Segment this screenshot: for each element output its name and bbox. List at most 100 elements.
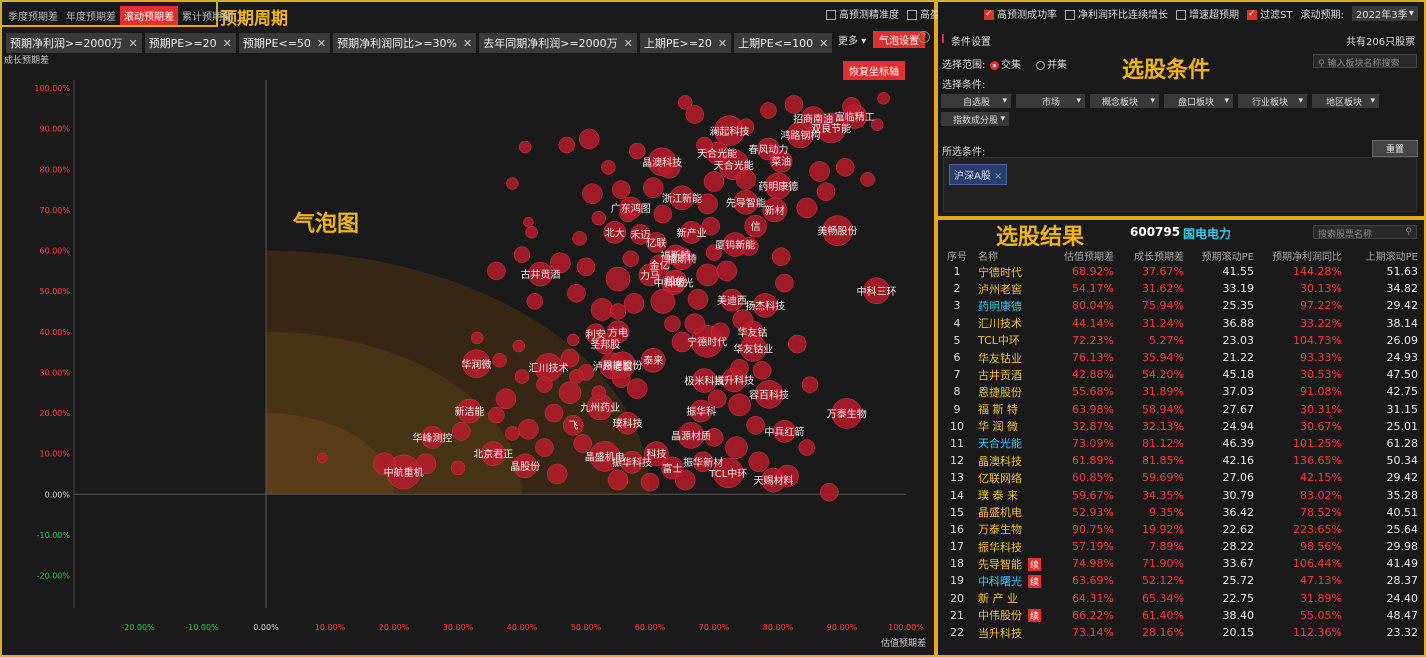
close-icon[interactable]: ✕ <box>718 37 727 50</box>
rolling-select[interactable]: 2022年3季 ▾ <box>1351 6 1418 21</box>
close-icon[interactable]: ✕ <box>223 37 232 50</box>
cell-text: 25.72 <box>1222 574 1255 588</box>
table-row[interactable]: 14 璞 泰 来 59.67% 34.35% 30.79 83.02% 35.28 <box>940 486 1422 503</box>
col-growth-gap[interactable]: 成长预期差 <box>1118 248 1188 263</box>
table-row[interactable]: 17 振华科技 57.19% 7.89% 28.22 98.56% 29.98 <box>940 538 1422 555</box>
option-stability[interactable]: 高盈利稳定性 <box>907 6 938 21</box>
checkbox[interactable] <box>1065 10 1075 20</box>
option-filter-st[interactable]: 过滤ST <box>1247 6 1292 21</box>
table-row[interactable]: 19 中科曙光续 63.69% 52.12% 25.72 47.13% 28.37 <box>940 572 1422 589</box>
table-row[interactable]: 2 泸州老窖 54.17% 31.62% 33.19 30.13% 34.82 <box>940 280 1422 297</box>
cell-text: 19.92% <box>1142 522 1184 536</box>
table-row[interactable]: 5 TCL中环 72.23% 5.27% 23.03 104.73% 26.09 <box>940 332 1422 349</box>
radio[interactable] <box>990 60 999 70</box>
bubble <box>860 172 875 187</box>
table-row[interactable]: 13 亿联网络 60.85% 59.69% 27.06 42.15% 29.42 <box>940 469 1422 486</box>
option-beat[interactable]: 增速超预期 <box>1176 6 1239 21</box>
option-precision[interactable]: 高预测精准度 <box>826 6 899 21</box>
range-intersection[interactable]: 交集 <box>990 56 1021 71</box>
table-row[interactable]: 8 恩捷股份 55.68% 31.89% 37.03 91.08% 42.75 <box>940 383 1422 400</box>
cell-text: 10 <box>950 419 964 433</box>
dropdown-region[interactable]: 地区板块 ▾ <box>1312 94 1379 108</box>
row-rolling-pe: 38.40 <box>1188 607 1258 624</box>
help-icon[interactable]: ? <box>918 31 930 43</box>
tab-cumulative[interactable]: 累计预期差 <box>178 6 236 25</box>
table-row[interactable]: 21 中伟股份续 66.22% 61.40% 38.40 55.05% 48.47 <box>940 607 1422 624</box>
range-union[interactable]: 并集 <box>1036 56 1067 71</box>
dropdown-market[interactable]: 市场 ▾ <box>1016 94 1085 108</box>
table-row[interactable]: 9 福 斯 特 63.98% 58.94% 27.67 30.31% 31.15 <box>940 401 1422 418</box>
cell-text: 52.93% <box>1072 505 1114 519</box>
table-row[interactable]: 1 宁德时代 68.92% 37.67% 41.55 144.28% 51.63 <box>940 263 1422 280</box>
table-row[interactable]: 11 天合光能 73.09% 81.12% 46.39 101.25% 61.28 <box>940 435 1422 452</box>
close-icon[interactable]: × <box>994 171 1002 182</box>
dropdown-index[interactable]: 指数成分股 ▾ <box>941 112 1009 126</box>
table-row[interactable]: 4 汇川技术 44.14% 31.24% 36.88 33.22% 38.14 <box>940 315 1422 332</box>
more-dropdown[interactable]: 更多 ▾ <box>838 32 866 47</box>
filter-chip[interactable]: 预期PE>=20 ✕ <box>144 33 236 53</box>
reset-button[interactable]: 重置 <box>1372 140 1418 157</box>
table-row[interactable]: 3 药明康德 80.04% 75.94% 25.35 97.22% 29.42 <box>940 297 1422 314</box>
checkbox[interactable] <box>1247 9 1257 20</box>
close-icon[interactable]: ✕ <box>624 37 633 50</box>
col-index[interactable]: 序号 <box>940 248 974 263</box>
block-search-input[interactable]: ⚲ 输入板块名称搜索 <box>1313 54 1417 69</box>
stock-search-input[interactable]: 搜索股票名称 ⚲ <box>1313 225 1417 240</box>
tab-quarterly[interactable]: 季度预期差 <box>4 6 62 25</box>
selected-tag[interactable]: 沪深A股 × <box>949 164 1008 185</box>
x-axis-label: 估值预期差 <box>881 637 926 649</box>
table-row[interactable]: 16 万泰生物 90.75% 19.92% 22.62 223.65% 25.64 <box>940 521 1422 538</box>
filter-chip[interactable]: 预期净利润同比>=30% ✕ <box>333 33 477 53</box>
tab-annual[interactable]: 年度预期差 <box>62 6 120 25</box>
dropdown-watchlist[interactable]: 自选股 ▾ <box>941 94 1011 108</box>
bubble-label: 华友钴业 <box>733 342 773 355</box>
bubble-label: 方电 <box>608 326 628 339</box>
dropdown-industry[interactable]: 行业板块 ▾ <box>1238 94 1307 108</box>
row-valuation-gap: 52.93% <box>1054 504 1118 521</box>
checkbox[interactable] <box>826 10 836 20</box>
row-valuation-gap: 55.68% <box>1054 383 1118 400</box>
col-valuation-gap[interactable]: 估值预期差 <box>1054 248 1118 263</box>
bubble-label: 古井贡酒 <box>520 268 560 281</box>
filter-chip[interactable]: 预期净利润>=2000万 ✕ <box>6 33 142 53</box>
table-row[interactable]: 10 华 润 微 32.87% 32.13% 24.94 30.67% 25.01 <box>940 418 1422 435</box>
col-rolling-pe[interactable]: 预期滚动PE <box>1188 248 1258 263</box>
checkbox[interactable] <box>1176 10 1186 20</box>
row-rolling-pe: 24.94 <box>1188 418 1258 435</box>
annotation-conditions: 选股条件 <box>1122 58 1211 83</box>
close-icon[interactable]: ✕ <box>463 37 472 50</box>
option-success-rate[interactable]: 高预测成功率 <box>984 6 1057 21</box>
bubble-label: 中兵红箭 <box>764 425 804 438</box>
cell-text: 64.31% <box>1072 591 1114 605</box>
close-icon[interactable]: ✕ <box>128 37 137 50</box>
dropdown-concept[interactable]: 概念板块 ▾ <box>1090 94 1159 108</box>
col-profit-yoy[interactable]: 预期净利润同比 <box>1258 248 1346 263</box>
table-row[interactable]: 20 新 产 业 64.31% 65.34% 22.75 31.89% 24.40 <box>940 590 1422 607</box>
filter-chip[interactable]: 上期PE<=100 ✕ <box>734 33 833 53</box>
table-row[interactable]: 18 先导智能续 74.98% 71.90% 33.67 106.44% 41.49 <box>940 555 1422 572</box>
table-row[interactable]: 7 古井贡酒 42.88% 54.20% 45.18 30.53% 47.50 <box>940 366 1422 383</box>
bubble-settings-button[interactable]: 气泡设置 <box>873 31 925 48</box>
option-qoq-growth[interactable]: 净利润环比连续增长 <box>1065 6 1168 21</box>
checkbox[interactable] <box>984 9 994 20</box>
cell-text: 27.67 <box>1222 402 1255 416</box>
filter-chip[interactable]: 上期PE>=20 ✕ <box>639 33 732 53</box>
filter-chip[interactable]: 预期PE<=50 ✕ <box>238 33 331 53</box>
row-rolling-pe: 20.15 <box>1188 624 1258 641</box>
col-last-rolling-pe[interactable]: 上期滚动PE <box>1346 248 1422 263</box>
selected-stock-name[interactable]: 国电电力 <box>1183 225 1231 242</box>
table-row[interactable]: 12 晶澳科技 61.89% 81.85% 42.16 136.65% 50.34 <box>940 452 1422 469</box>
checkbox[interactable] <box>907 10 917 20</box>
chip-label: 去年同期净利润>=2000万 <box>483 37 618 50</box>
filter-chip[interactable]: 去年同期净利润>=2000万 ✕ <box>479 33 637 53</box>
title-marker <box>942 34 944 43</box>
table-row[interactable]: 15 晶盛机电 52.93% 9.35% 36.42 78.52% 40.51 <box>940 504 1422 521</box>
close-icon[interactable]: ✕ <box>819 37 828 50</box>
table-row[interactable]: 22 当升科技 73.14% 28.16% 20.15 112.36% 23.32 <box>940 624 1422 641</box>
close-icon[interactable]: ✕ <box>317 37 326 50</box>
table-row[interactable]: 6 华友钴业 76.13% 35.94% 21.22 93.33% 24.93 <box>940 349 1422 366</box>
radio[interactable] <box>1036 60 1045 70</box>
col-name[interactable]: 名称 <box>974 248 1054 263</box>
dropdown-tape[interactable]: 盘口板块 ▾ <box>1164 94 1233 108</box>
tab-rolling[interactable]: 滚动预期差 <box>120 6 178 25</box>
